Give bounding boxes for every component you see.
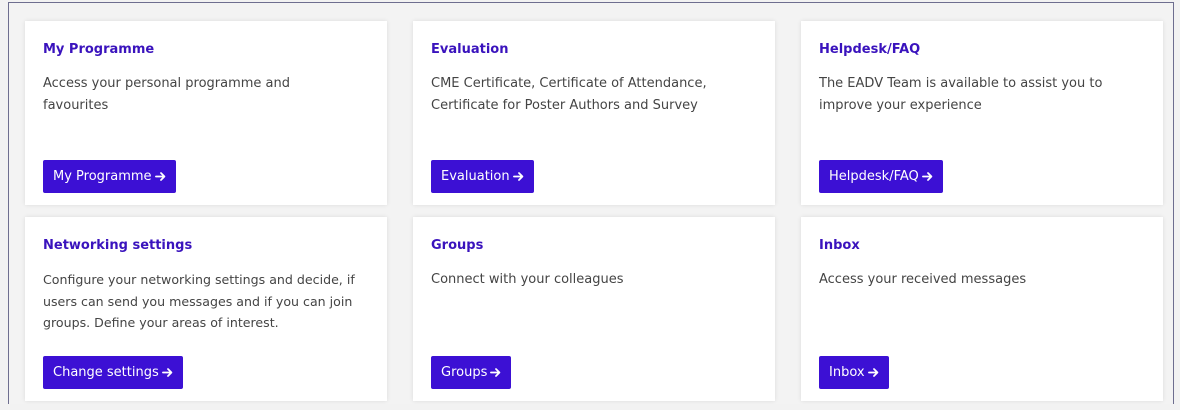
card-title: Evaluation — [431, 42, 509, 57]
card-evaluation: Evaluation CME Certificate, Certificate … — [413, 21, 775, 205]
card-title: Networking settings — [43, 238, 193, 253]
card-title: Groups — [431, 238, 484, 253]
card-description: Configure your networking settings and d… — [43, 272, 355, 330]
arrow-right-icon — [161, 368, 173, 377]
card-title: My Programme — [43, 42, 155, 57]
card-networking-settings: Networking settings Configure your netwo… — [25, 217, 387, 401]
inbox-button[interactable]: Inbox — [819, 356, 889, 389]
card-my-programme: My Programme Access your personal progra… — [25, 21, 387, 205]
change-settings-button[interactable]: Change settings — [43, 356, 183, 389]
card-description: The EADV Team is available to assist you… — [819, 76, 1103, 113]
button-label: Evaluation — [441, 169, 510, 184]
arrow-right-icon — [154, 172, 165, 181]
card-description: Access your received messages — [819, 272, 1027, 287]
groups-button[interactable]: Groups — [431, 356, 512, 389]
button-label: Helpdesk/FAQ — [829, 169, 919, 184]
card-groups: Groups Connect with your colleagues Grou… — [413, 217, 775, 401]
button-label: My Programme — [53, 169, 152, 184]
arrow-right-icon — [867, 368, 878, 377]
arrow-right-icon — [512, 172, 523, 181]
arrow-right-icon — [490, 368, 501, 377]
card-helpdesk-faq: Helpdesk/FAQ The EADV Team is available … — [801, 21, 1163, 205]
my-programme-button[interactable]: My Programme — [43, 160, 176, 193]
button-label: Change settings — [53, 365, 159, 380]
card-description: Connect with your colleagues — [431, 272, 624, 287]
button-label: Groups — [441, 365, 488, 380]
helpdesk-faq-button[interactable]: Helpdesk/FAQ — [819, 160, 943, 193]
button-label: Inbox — [829, 365, 865, 380]
evaluation-button[interactable]: Evaluation — [431, 160, 534, 193]
arrow-right-icon — [921, 172, 933, 181]
card-title: Inbox — [819, 238, 860, 253]
card-description: Access your personal programme and favou… — [43, 76, 291, 113]
card-description: CME Certificate, Certificate of Attendan… — [431, 76, 707, 113]
card-inbox: Inbox Access your received messages Inbo… — [801, 217, 1163, 401]
card-title: Helpdesk/FAQ — [819, 42, 921, 57]
